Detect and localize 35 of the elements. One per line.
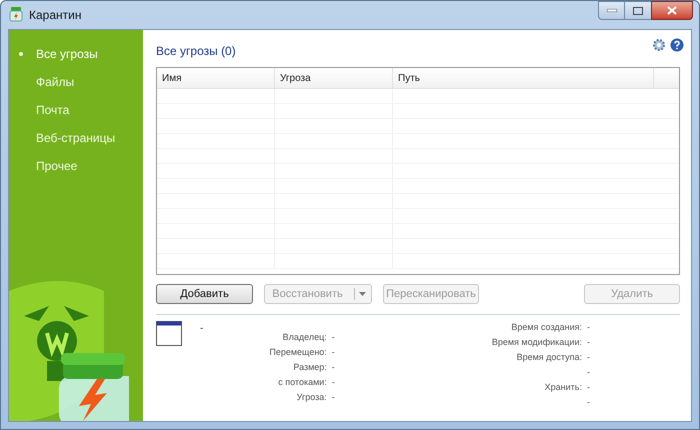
detail-field: Угроза: - <box>296 391 335 403</box>
sidebar-item[interactable]: Веб-страницы <box>9 128 143 147</box>
sidebar-item[interactable]: Все угрозы <box>9 44 143 63</box>
jar-icon <box>9 7 23 22</box>
close-button[interactable] <box>651 1 693 20</box>
page-heading: Все угрозы (0) <box>156 42 236 60</box>
help-icon <box>670 38 684 52</box>
minimize-button[interactable] <box>598 1 625 20</box>
minimize-icon <box>606 9 616 12</box>
detail-field: - <box>587 366 590 378</box>
column-header[interactable]: Угроза <box>275 68 393 88</box>
file-name: - <box>200 322 204 336</box>
column-header[interactable]: Путь <box>393 68 654 88</box>
detail-field: Размер: - <box>293 361 335 373</box>
sidebar-item[interactable]: Почта <box>9 100 143 119</box>
gear-icon <box>652 38 666 52</box>
detail-field: Перемещено: - <box>269 346 335 358</box>
close-icon <box>667 6 677 15</box>
caret-icon <box>359 292 366 296</box>
detail-field: - <box>587 396 590 408</box>
column-header[interactable]: Имя <box>157 68 275 88</box>
action-button[interactable]: Добавить <box>156 284 253 304</box>
detail-field: Время модификации: - <box>492 336 590 348</box>
detail-field: с потоками: - <box>278 376 335 388</box>
sidebar-item[interactable]: Файлы <box>9 72 143 91</box>
maximize-button[interactable] <box>625 1 651 20</box>
detail-field: Время создания: - <box>511 321 590 333</box>
sidebar-item[interactable]: Прочее <box>9 156 143 175</box>
window-icon <box>156 321 182 346</box>
bullet-icon <box>19 52 23 56</box>
detail-field: Хранить: - <box>544 381 590 393</box>
detail-field: Время доступа: - <box>516 351 590 363</box>
detail-field: Владелец: - <box>282 331 335 343</box>
window-title: Карантин <box>29 7 82 24</box>
maximize-icon <box>633 6 643 14</box>
